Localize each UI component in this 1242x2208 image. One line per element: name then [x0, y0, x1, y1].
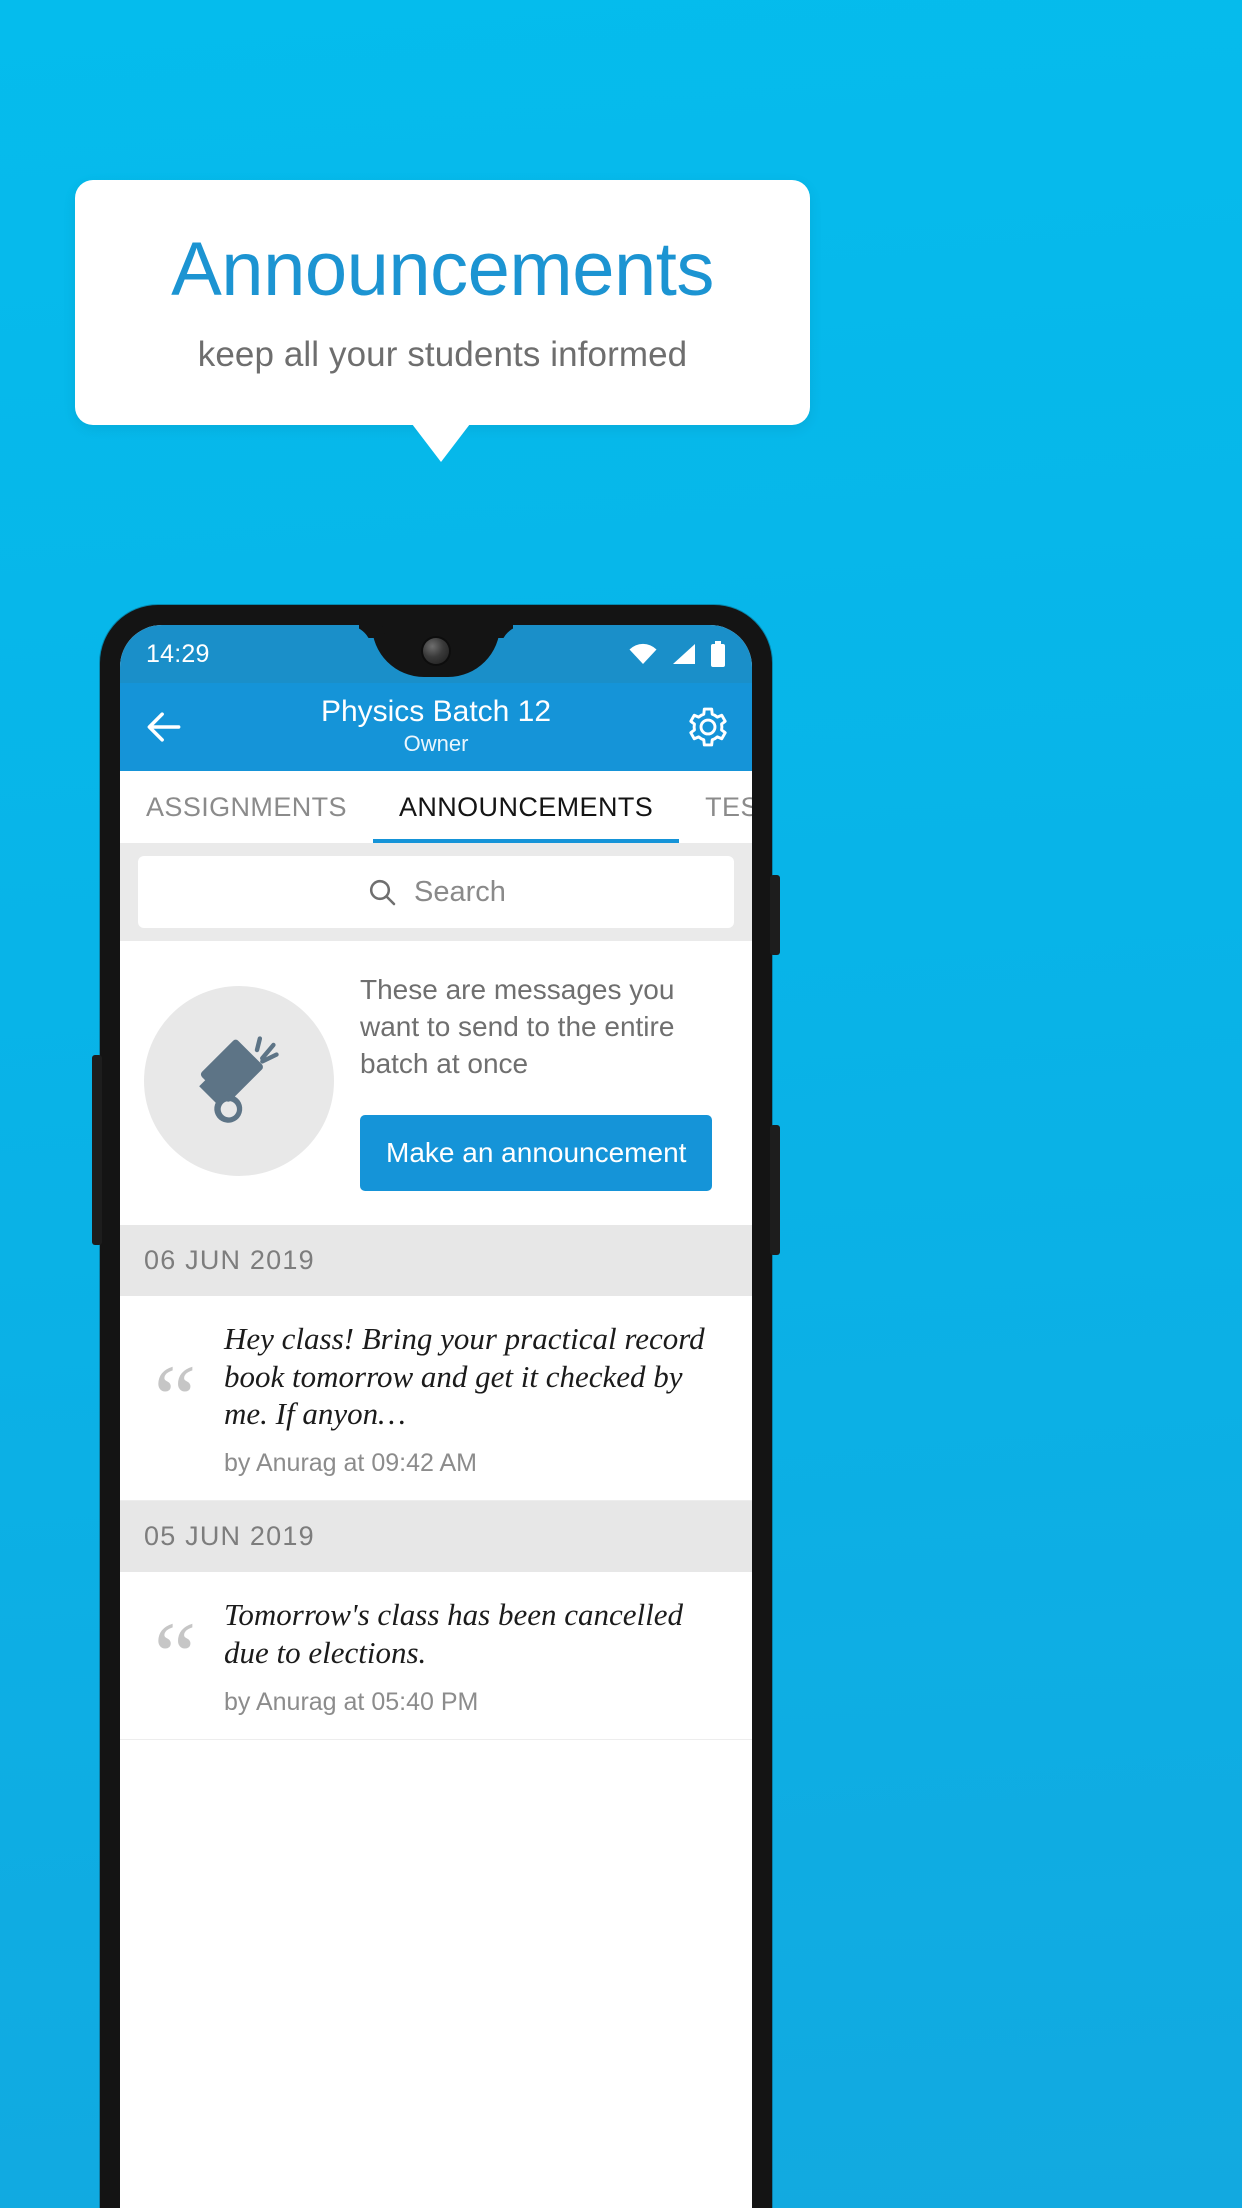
page-title: Announcements — [171, 226, 714, 312]
date-header: 06 JUN 2019 — [120, 1224, 752, 1296]
announcement-cta-right: These are messages you want to send to t… — [360, 971, 728, 1191]
search-icon — [369, 879, 396, 906]
batch-title: Physics Batch 12 — [320, 695, 552, 729]
quote-icon: “ — [153, 1602, 197, 1710]
status-time: 14:29 — [146, 639, 210, 668]
front-camera — [423, 638, 449, 664]
speech-bubble-tail — [412, 424, 470, 462]
signal-icon — [673, 644, 695, 664]
phone-screen: 14:29 Physics Batch 12 Owner ASSIGNMENTS… — [120, 625, 752, 2208]
quote-icon: “ — [153, 1344, 197, 1452]
announcement-body: Hey class! Bring your practical record b… — [224, 1320, 730, 1478]
make-announcement-button[interactable]: Make an announcement — [360, 1114, 713, 1191]
app-bar-titles: Physics Batch 12 Owner — [120, 695, 752, 758]
status-bar: 14:29 — [120, 625, 752, 683]
gear-icon[interactable] — [686, 705, 730, 749]
wifi-icon — [629, 643, 657, 664]
back-arrow-icon[interactable] — [142, 705, 186, 749]
search-input[interactable]: Search — [138, 856, 734, 928]
status-icons — [628, 641, 726, 667]
announcement-text: Tomorrow's class has been cancelled due … — [224, 1597, 683, 1670]
phone-button-power[interactable] — [770, 1125, 780, 1255]
tab-assignments[interactable]: ASSIGNMENTS — [120, 771, 373, 843]
announcement-cta-text: These are messages you want to send to t… — [360, 974, 675, 1080]
megaphone-icon — [199, 1036, 279, 1123]
announcement-row[interactable]: “ Tomorrow's class has been cancelled du… — [120, 1572, 752, 1740]
tab-bar[interactable]: ASSIGNMENTS ANNOUNCEMENTS TESTS — [120, 771, 752, 843]
announcement-text: Hey class! Bring your practical record b… — [224, 1320, 705, 1432]
phone-frame: 14:29 Physics Batch 12 Owner ASSIGNMENTS… — [100, 605, 772, 2208]
search-placeholder: Search — [414, 875, 506, 908]
announcement-row[interactable]: “ Hey class! Bring your practical record… — [120, 1295, 752, 1502]
announcement-meta: by Anurag at 05:40 PM — [224, 1687, 479, 1716]
megaphone-avatar — [144, 985, 334, 1176]
app-bar: Physics Batch 12 Owner — [120, 683, 752, 771]
announcement-body: Tomorrow's class has been cancelled due … — [224, 1596, 730, 1717]
tab-tests[interactable]: TESTS — [679, 771, 752, 843]
page-subtitle: keep all your students informed — [197, 335, 688, 375]
announcement-meta: by Anurag at 09:42 AM — [224, 1449, 477, 1478]
date-header: 05 JUN 2019 — [120, 1501, 752, 1573]
search-strip: Search — [120, 843, 752, 941]
phone-button-volume-rocker[interactable] — [92, 1055, 102, 1245]
phone-button-volume-up[interactable] — [770, 875, 780, 955]
batch-role: Owner — [403, 730, 469, 756]
tab-announcements[interactable]: ANNOUNCEMENTS — [372, 771, 680, 843]
camera-notch — [372, 625, 500, 677]
promo-card: Announcements keep all your students inf… — [75, 180, 810, 425]
announcement-cta-block: These are messages you want to send to t… — [120, 941, 752, 1225]
battery-icon — [711, 641, 725, 667]
